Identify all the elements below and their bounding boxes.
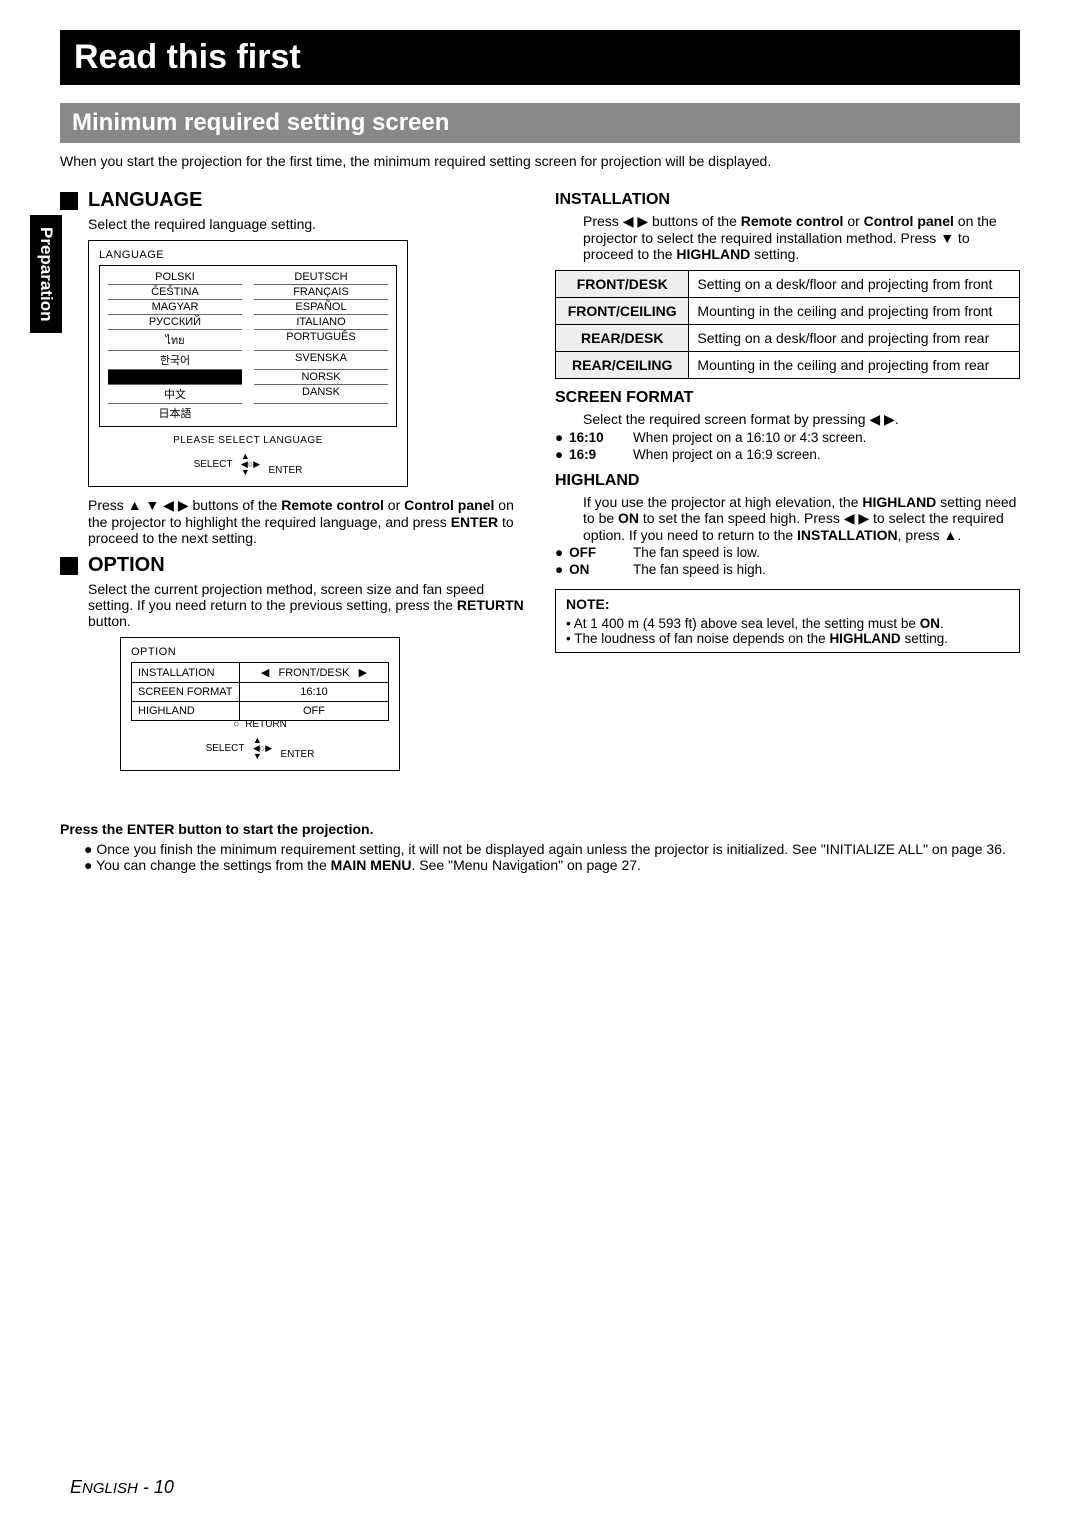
bottom-item-2: You can change the settings from the MAI… xyxy=(84,857,1020,873)
option-osd-box: OPTION INSTALLATION ◀ FRONT/DESK ▶ SCREE… xyxy=(120,637,400,771)
lang-thai[interactable]: ไทย xyxy=(108,330,242,351)
highland-list: OFFThe fan speed is low. ONThe fan speed… xyxy=(555,545,1020,577)
select-enter-row: SELECT ▲◀○▶▼ ENTER xyxy=(99,452,397,476)
intro-text: When you start the projection for the fi… xyxy=(60,153,1020,169)
enter-label: ENTER xyxy=(269,465,303,476)
item-off: OFFThe fan speed is low. xyxy=(555,545,1020,560)
row-installation-value: ◀ FRONT/DESK ▶ xyxy=(239,663,388,683)
row-rear-desk: REAR/DESK Setting on a desk/floor and pr… xyxy=(556,325,1020,352)
note-1: At 1 400 m (4 593 ft) above sea level, t… xyxy=(566,616,1009,631)
note-title: NOTE: xyxy=(566,596,1009,612)
language-osd-box: LANGUAGE POLSKI DEUTSCH ČEŠTINA FRANÇAIS… xyxy=(88,240,408,487)
row-screenformat-label: SCREEN FORMAT xyxy=(132,683,240,702)
screenformat-title: SCREEN FORMAT xyxy=(555,389,1020,407)
screenformat-desc: Select the required screen format by pre… xyxy=(583,411,1020,428)
lang-deutsch[interactable]: DEUTSCH xyxy=(254,270,388,285)
note-2: The loudness of fan noise depends on the… xyxy=(566,631,1009,646)
right-column: INSTALLATION Press ◀ ▶ buttons of the Re… xyxy=(555,181,1020,781)
enter-label: ENTER xyxy=(281,749,315,760)
lang-espanol[interactable]: ESPAÑOL xyxy=(254,300,388,315)
note-box: NOTE: At 1 400 m (4 593 ft) above sea le… xyxy=(555,589,1020,653)
language-grid: POLSKI DEUTSCH ČEŠTINA FRANÇAIS MAGYAR E… xyxy=(99,265,397,427)
heading-language: LANGUAGE xyxy=(60,189,525,212)
select-label: SELECT xyxy=(194,459,233,470)
lang-polski[interactable]: POLSKI xyxy=(108,270,242,285)
square-bullet-icon xyxy=(60,557,78,575)
option-select-enter-row: SELECT ▲◀○▶▼ ENTER xyxy=(131,736,389,760)
lang-selected[interactable] xyxy=(108,370,242,385)
bottom-item-1: Once you finish the minimum requirement … xyxy=(84,841,1020,857)
select-label: SELECT xyxy=(206,743,245,754)
lang-russian[interactable]: РУССКИЙ xyxy=(108,315,242,330)
language-instruction: Press ▲ ▼ ◀ ▶ buttons of the Remote cont… xyxy=(88,497,525,546)
highland-desc: If you use the projector at high elevati… xyxy=(583,494,1020,543)
row-highland-value: OFF xyxy=(239,702,388,721)
row-front-ceiling: FRONT/CEILING Mounting in the ceiling an… xyxy=(556,298,1020,325)
cell-rear-desk-v: Setting on a desk/floor and projecting f… xyxy=(689,325,1020,352)
please-select: PLEASE SELECT LANGUAGE xyxy=(99,435,397,446)
cell-front-desk-v: Setting on a desk/floor and projecting f… xyxy=(689,271,1020,298)
item-169: 16:9When project on a 16:9 screen. xyxy=(555,447,1020,462)
installation-table: FRONT/DESK Setting on a desk/floor and p… xyxy=(555,270,1020,379)
option-title: OPTION xyxy=(88,554,165,577)
cell-front-desk-k: FRONT/DESK xyxy=(556,271,689,298)
lang-portugues[interactable]: PORTUGUÊS xyxy=(254,330,388,351)
bottom-lead: Press the ENTER button to start the proj… xyxy=(60,821,1020,837)
cell-front-ceiling-k: FRONT/CEILING xyxy=(556,298,689,325)
lang-francais[interactable]: FRANÇAIS xyxy=(254,285,388,300)
language-title: LANGUAGE xyxy=(88,189,202,212)
item-1610: 16:10When project on a 16:10 or 4:3 scre… xyxy=(555,430,1020,445)
row-screenformat-value: 16:10 xyxy=(239,683,388,702)
row-highland-label: HIGHLAND xyxy=(132,702,240,721)
screenformat-list: 16:10When project on a 16:10 or 4:3 scre… xyxy=(555,430,1020,462)
lang-blank xyxy=(254,404,388,422)
lang-norsk[interactable]: NORSK xyxy=(254,370,388,385)
square-bullet-icon xyxy=(60,192,78,210)
option-desc: Select the current projection method, sc… xyxy=(88,581,525,629)
lang-dansk[interactable]: DANSK xyxy=(254,385,388,404)
osd-language-title: LANGUAGE xyxy=(99,249,397,261)
page-footer: ENGLISH - 10 xyxy=(70,1477,174,1498)
return-label: RETURN xyxy=(245,719,287,730)
lang-svenska[interactable]: SVENSKA xyxy=(254,351,388,370)
row-installation-label: INSTALLATION xyxy=(132,663,240,683)
option-table: INSTALLATION ◀ FRONT/DESK ▶ SCREEN FORMA… xyxy=(131,662,389,721)
lang-cestina[interactable]: ČEŠTINA xyxy=(108,285,242,300)
cell-rear-ceiling-k: REAR/CEILING xyxy=(556,352,689,379)
page-title-bar: Read this first xyxy=(60,30,1020,85)
cell-front-ceiling-v: Mounting in the ceiling and projecting f… xyxy=(689,298,1020,325)
lang-italiano[interactable]: ITALIANO xyxy=(254,315,388,330)
row-rear-ceiling: REAR/CEILING Mounting in the ceiling and… xyxy=(556,352,1020,379)
nav-dpad-icon: ▲◀○▶▼ xyxy=(239,452,263,476)
lang-korean[interactable]: 한국어 xyxy=(108,351,242,370)
lang-chinese[interactable]: 中文 xyxy=(108,385,242,404)
lang-japanese[interactable]: 日本語 xyxy=(108,404,242,422)
cell-rear-desk-k: REAR/DESK xyxy=(556,325,689,352)
section-title-bar: Minimum required setting screen xyxy=(60,103,1020,143)
cell-rear-ceiling-v: Mounting in the ceiling and projecting f… xyxy=(689,352,1020,379)
left-column: LANGUAGE Select the required language se… xyxy=(60,181,525,781)
row-highland[interactable]: HIGHLAND OFF xyxy=(132,702,389,721)
installation-desc: Press ◀ ▶ buttons of the Remote control … xyxy=(583,213,1020,262)
heading-option: OPTION xyxy=(60,554,525,577)
row-front-desk: FRONT/DESK Setting on a desk/floor and p… xyxy=(556,271,1020,298)
nav-dpad-icon: ▲◀○▶▼ xyxy=(251,736,275,760)
lang-magyar[interactable]: MAGYAR xyxy=(108,300,242,315)
highland-title: HIGHLAND xyxy=(555,472,1020,490)
row-installation[interactable]: INSTALLATION ◀ FRONT/DESK ▶ xyxy=(132,663,389,683)
bottom-block: Press the ENTER button to start the proj… xyxy=(60,821,1020,873)
item-on: ONThe fan speed is high. xyxy=(555,562,1020,577)
row-screenformat[interactable]: SCREEN FORMAT 16:10 xyxy=(132,683,389,702)
installation-title: INSTALLATION xyxy=(555,191,1020,209)
osd-option-title: OPTION xyxy=(131,646,389,658)
language-desc: Select the required language setting. xyxy=(88,216,525,232)
side-tab-preparation: Preparation xyxy=(30,215,62,333)
